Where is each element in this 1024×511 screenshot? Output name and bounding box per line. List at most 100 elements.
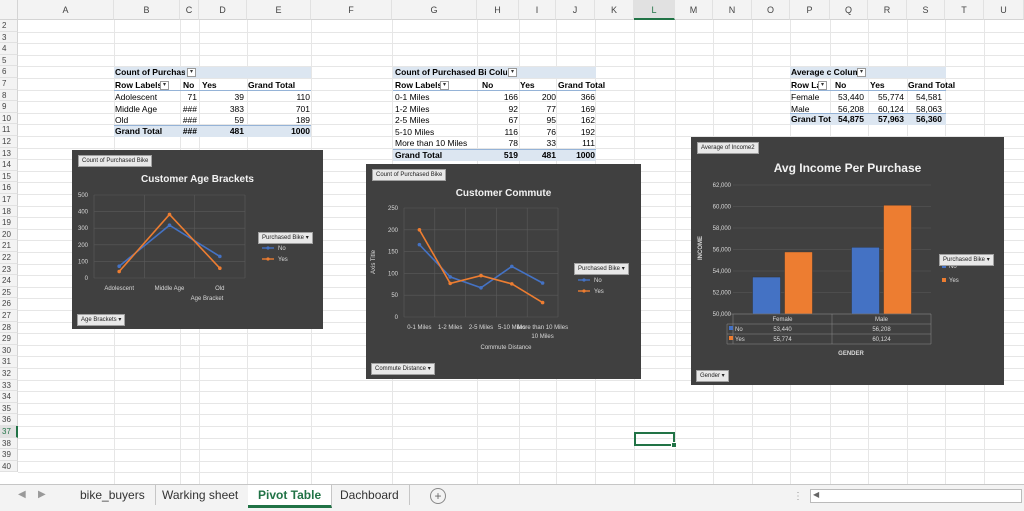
- row-header[interactable]: 19: [0, 217, 18, 229]
- filter-dropdown-button[interactable]: ▾: [857, 68, 866, 77]
- row-header[interactable]: 30: [0, 344, 18, 357]
- row-header[interactable]: 15: [0, 170, 18, 183]
- tab-splitter-icon[interactable]: ⋮: [793, 491, 803, 502]
- row-header[interactable]: 28: [0, 321, 18, 334]
- legend-marker: [266, 257, 270, 261]
- row-header[interactable]: 13: [0, 147, 18, 160]
- row-labels-dropdown[interactable]: ▾: [818, 81, 827, 90]
- column-header[interactable]: L: [634, 0, 675, 20]
- row-header[interactable]: 29: [0, 333, 18, 345]
- pivot-row-yes: 39: [234, 92, 244, 102]
- chart-avg-income[interactable]: Average of Income2 Avg Income Per Purcha…: [691, 137, 1004, 385]
- row-header[interactable]: 12: [0, 136, 18, 148]
- sheet-tab[interactable]: Pivot Table: [248, 485, 333, 508]
- prev-sheet-arrow-icon[interactable]: ◀: [18, 489, 26, 500]
- next-sheet-arrow-icon[interactable]: ▶: [38, 489, 46, 500]
- row-header[interactable]: 39: [0, 449, 18, 461]
- horizontal-scrollbar[interactable]: ◀: [810, 489, 1022, 503]
- sheet-tab[interactable]: bike_buyers: [70, 485, 156, 505]
- spreadsheet-grid[interactable]: ABCDEFGHIJKLMNOPQRSTU 2 3 4 5 6 7 8 9 10 11 12 13 14…: [0, 0, 1024, 484]
- row-labels-dropdown[interactable]: ▾: [440, 81, 449, 90]
- column-header[interactable]: B: [114, 0, 180, 20]
- column-header[interactable]: I: [519, 0, 556, 20]
- column-header[interactable]: N: [713, 0, 752, 20]
- column-header[interactable]: G: [392, 0, 477, 20]
- y-tick-label: 0: [85, 276, 89, 282]
- row-header[interactable]: 9: [0, 101, 18, 113]
- sheet-tab[interactable]: Warking sheet: [152, 485, 250, 505]
- axis-field-button[interactable]: Commute Distance ▾: [371, 363, 435, 375]
- row-header[interactable]: 2: [0, 20, 18, 32]
- column-header[interactable]: J: [556, 0, 595, 20]
- axis-field-button[interactable]: Gender ▾: [696, 370, 729, 382]
- row-labels-dropdown[interactable]: ▾: [160, 81, 169, 90]
- row-header[interactable]: 4: [0, 43, 18, 55]
- row-header[interactable]: 7: [0, 78, 18, 90]
- pivot-row-yes: 95: [546, 115, 556, 126]
- filter-dropdown-button[interactable]: ▾: [187, 68, 196, 77]
- row-header[interactable]: 16: [0, 182, 18, 194]
- yes-header: Yes: [870, 80, 885, 90]
- legend-field-button[interactable]: Purchased Bike ▾: [574, 263, 629, 275]
- column-header[interactable]: E: [247, 0, 311, 20]
- active-cell[interactable]: [634, 432, 677, 448]
- row-header[interactable]: 23: [0, 263, 18, 276]
- row-header[interactable]: 38: [0, 437, 18, 450]
- add-sheet-icon[interactable]: +: [430, 488, 446, 504]
- row-header[interactable]: 40: [0, 460, 18, 473]
- chart-customer-commute[interactable]: Count of Purchased Bike Customer Commute…: [366, 164, 641, 379]
- column-header[interactable]: R: [868, 0, 907, 20]
- row-header[interactable]: 27: [0, 310, 18, 322]
- row-header[interactable]: 31: [0, 356, 18, 368]
- row-header[interactable]: 11: [0, 124, 18, 136]
- legend-label: No: [594, 278, 602, 284]
- row-header[interactable]: 5: [0, 54, 18, 67]
- axis-field-button[interactable]: Age Brackets ▾: [77, 314, 126, 326]
- row-header[interactable]: 20: [0, 228, 18, 241]
- legend-field-button[interactable]: Purchased Bike ▾: [258, 232, 313, 244]
- y-axis-title: INCOME: [698, 236, 704, 260]
- row-header[interactable]: 6: [0, 66, 18, 78]
- row-header[interactable]: 10: [0, 112, 18, 125]
- data-point: [510, 264, 514, 269]
- table-value: 55,774: [773, 337, 792, 343]
- chart-age-brackets[interactable]: Count of Purchased Bike Customer Age Bra…: [72, 150, 323, 329]
- row-header[interactable]: 21: [0, 240, 18, 252]
- column-header[interactable]: P: [790, 0, 830, 20]
- row-header[interactable]: 14: [0, 159, 18, 171]
- column-header[interactable]: T: [945, 0, 984, 20]
- column-header[interactable]: U: [984, 0, 1024, 20]
- row-header[interactable]: 17: [0, 194, 18, 206]
- select-all-corner[interactable]: [0, 0, 18, 20]
- column-header[interactable]: C: [180, 0, 199, 20]
- row-header[interactable]: 25: [0, 286, 18, 299]
- no-header: No: [183, 80, 195, 90]
- row-header[interactable]: 22: [0, 252, 18, 264]
- legend-field-button[interactable]: Purchased Bike ▾: [939, 254, 994, 266]
- column-header[interactable]: D: [199, 0, 247, 20]
- sheet-tab[interactable]: Dachboard: [330, 485, 410, 505]
- row-header[interactable]: 24: [0, 275, 18, 287]
- row-header[interactable]: 26: [0, 298, 18, 310]
- row-header[interactable]: 36: [0, 414, 18, 426]
- column-header[interactable]: M: [675, 0, 713, 20]
- column-header[interactable]: Q: [830, 0, 868, 20]
- column-header[interactable]: H: [477, 0, 519, 20]
- scroll-left-icon[interactable]: ◀: [813, 490, 819, 499]
- column-header[interactable]: O: [752, 0, 790, 20]
- row-header[interactable]: 34: [0, 391, 18, 403]
- y-tick-label: 50,000: [713, 312, 732, 318]
- row-header[interactable]: 3: [0, 31, 18, 44]
- column-header[interactable]: K: [595, 0, 634, 20]
- pivot-row-no: 53,440: [838, 92, 864, 102]
- row-header[interactable]: 37: [0, 426, 18, 438]
- column-header[interactable]: A: [18, 0, 114, 20]
- row-header[interactable]: 18: [0, 205, 18, 218]
- column-header[interactable]: F: [311, 0, 392, 20]
- row-header[interactable]: 8: [0, 89, 18, 102]
- row-header[interactable]: 33: [0, 379, 18, 392]
- row-header[interactable]: 35: [0, 402, 18, 415]
- row-header[interactable]: 32: [0, 368, 18, 380]
- column-header[interactable]: S: [907, 0, 945, 20]
- filter-dropdown-button[interactable]: ▾: [508, 68, 517, 77]
